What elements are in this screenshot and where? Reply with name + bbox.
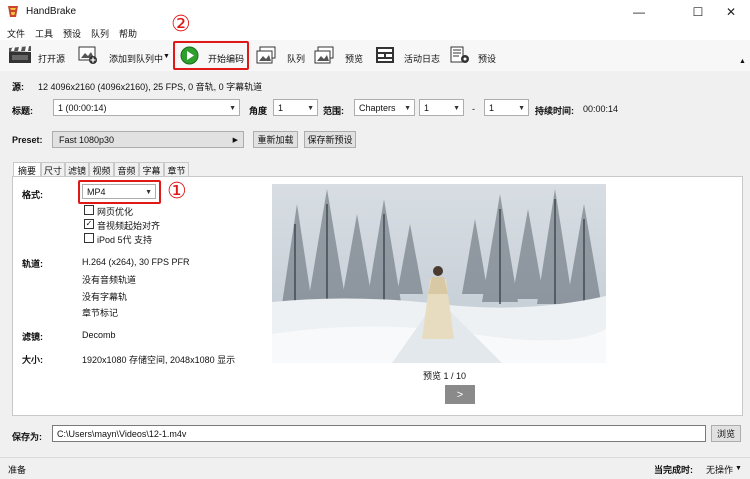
save-as-label: 保存为: — [12, 432, 42, 442]
minimize-button[interactable]: — — [624, 0, 654, 24]
chevron-down-icon: ▼ — [145, 189, 152, 196]
menu-presets[interactable]: 预设 — [63, 27, 81, 40]
ipod-support-checkbox[interactable] — [84, 233, 94, 243]
duration-label: 持续时间: — [535, 106, 574, 116]
tab-audio[interactable]: 音频 — [114, 162, 139, 177]
chevron-down-icon: ▼ — [404, 105, 411, 112]
track-subtitles: 没有字幕轨 — [82, 292, 128, 302]
format-select-value: MP4 — [87, 187, 106, 197]
play-icon[interactable] — [180, 46, 199, 65]
save-path-input[interactable]: C:\Users\mayn\Videos\12-1.m4v — [52, 425, 706, 442]
chevron-down-icon: ▼ — [229, 105, 236, 112]
range-dash: - — [472, 104, 475, 114]
tab-video[interactable]: 视频 — [89, 162, 114, 177]
preview-icon[interactable] — [314, 46, 334, 64]
menu-bar — [0, 24, 750, 40]
tab-dimensions[interactable]: 尺寸 — [41, 162, 65, 177]
chevron-down-icon: ▼ — [453, 105, 460, 112]
menu-queue[interactable]: 队列 — [91, 27, 109, 40]
maximize-button[interactable]: ☐ — [683, 0, 713, 24]
when-done-label: 当完成时: — [654, 465, 693, 475]
align-av-start-label: 音视频起始对齐 — [97, 221, 161, 231]
size-label: 大小: — [22, 355, 43, 365]
title-label: 标题: — [12, 106, 33, 116]
start-encode-button[interactable]: 开始编码 — [208, 52, 244, 65]
range-type-select[interactable]: Chapters ▼ — [354, 99, 415, 116]
add-to-queue-button[interactable]: 添加到队列中 — [109, 52, 163, 65]
title-select[interactable]: 1 (00:00:14) ▼ — [53, 99, 240, 116]
tab-filters[interactable]: 滤镜 — [65, 162, 89, 177]
format-label: 格式: — [22, 190, 43, 200]
preset-selector[interactable]: Fast 1080p30 ▶ — [52, 131, 244, 148]
web-optimized-label: 网页优化 — [97, 207, 134, 217]
range-start-value: 1 — [424, 103, 430, 113]
format-select[interactable]: MP4 ▼ — [82, 184, 156, 199]
tab-subtitles[interactable]: 字幕 — [139, 162, 164, 177]
status-bar — [0, 457, 750, 479]
close-button[interactable]: ✕ — [716, 0, 746, 24]
range-end-value: 1 — [489, 103, 495, 113]
range-label: 范围: — [323, 106, 344, 116]
track-video: H.264 (x264), 30 FPS PFR — [82, 257, 190, 267]
menu-tools[interactable]: 工具 — [35, 27, 53, 40]
save-new-preset-button[interactable]: 保存新预设 — [304, 131, 356, 148]
preview-image — [272, 184, 606, 363]
film-clapper-icon[interactable] — [8, 46, 32, 64]
reload-preset-button[interactable]: 重新加载 — [253, 131, 298, 148]
chevron-down-icon[interactable]: ▼ — [735, 465, 742, 472]
track-chapters: 章节标记 — [82, 308, 119, 318]
preset-label: Preset: — [12, 135, 43, 145]
tab-chapters[interactable]: 章节 — [164, 162, 189, 177]
range-end-select[interactable]: 1 ▼ — [484, 99, 529, 116]
preset-selector-value: Fast 1080p30 — [59, 134, 115, 145]
ipod-support-label: iPod 5代 支持 — [97, 235, 153, 245]
menu-help[interactable]: 帮助 — [119, 27, 137, 40]
handbrake-logo-icon — [8, 6, 18, 17]
size-value: 1920x1080 存储空间, 2048x1080 显示 — [82, 355, 236, 365]
annotation-marker-2: ② — [171, 12, 191, 37]
presets-gear-icon[interactable] — [450, 46, 470, 64]
preview-caption: 预览 1 / 10 — [423, 371, 467, 381]
source-info: 12 4096x2160 (4096x2160), 25 FPS, 0 音轨, … — [38, 82, 263, 92]
activity-log-icon[interactable] — [375, 46, 395, 64]
chevron-down-icon: ▼ — [307, 105, 314, 112]
status-text: 准备 — [8, 465, 27, 475]
tracks-label: 轨道: — [22, 259, 43, 269]
track-audio: 没有音频轨道 — [82, 275, 137, 285]
annotation-marker-1: ① — [167, 179, 187, 204]
filters-label: 滤镜: — [22, 332, 43, 342]
queue-icon[interactable] — [256, 46, 276, 64]
queue-button[interactable]: 队列 — [287, 52, 305, 65]
range-type-value: Chapters — [359, 103, 396, 113]
presets-button[interactable]: 预设 — [478, 52, 496, 65]
chevron-down-icon: ▼ — [518, 105, 525, 112]
toolbar-overflow-chevron-icon[interactable]: ▲ — [739, 58, 746, 65]
preview-button[interactable]: 预览 — [345, 52, 363, 65]
source-label: 源: — [12, 82, 24, 92]
when-done-value[interactable]: 无操作 — [706, 463, 733, 476]
chevron-down-icon[interactable]: ▼ — [163, 53, 170, 60]
open-source-button[interactable]: 打开源 — [38, 52, 65, 65]
web-optimized-checkbox[interactable] — [84, 205, 94, 215]
angle-select[interactable]: 1 ▼ — [273, 99, 318, 116]
window-title: HandBrake — [26, 6, 77, 17]
add-to-queue-icon[interactable] — [78, 46, 98, 64]
browse-button[interactable]: 浏览 — [711, 425, 741, 442]
chevron-right-icon: ▶ — [232, 137, 238, 144]
align-av-start-checkbox[interactable]: ✓ — [84, 219, 94, 229]
filters-value: Decomb — [82, 330, 116, 340]
angle-select-value: 1 — [278, 103, 284, 113]
angle-label: 角度 — [249, 106, 268, 116]
title-select-value: 1 (00:00:14) — [58, 103, 107, 113]
menu-file[interactable]: 文件 — [7, 27, 25, 40]
duration-value: 00:00:14 — [583, 104, 619, 114]
next-preview-button[interactable]: > — [445, 385, 475, 404]
range-start-select[interactable]: 1 ▼ — [419, 99, 464, 116]
activity-log-button[interactable]: 活动日志 — [404, 52, 440, 65]
